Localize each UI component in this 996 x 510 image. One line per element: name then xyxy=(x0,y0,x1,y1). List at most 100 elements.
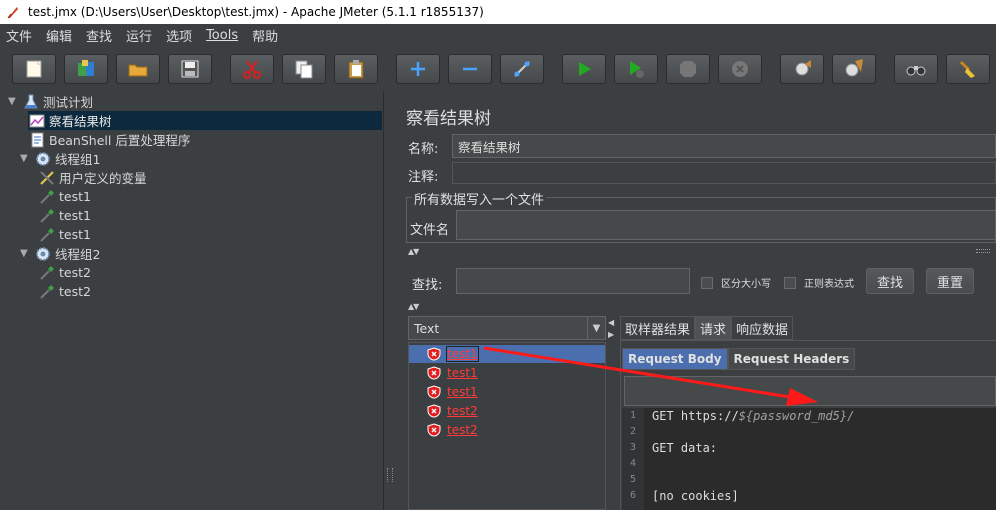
tree-node-sampler[interactable]: test1 xyxy=(38,187,91,206)
checkbox-box[interactable] xyxy=(784,276,796,289)
result-item[interactable]: test2 xyxy=(427,421,478,439)
error-shield-icon xyxy=(427,423,441,437)
start-no-pause-button[interactable] xyxy=(614,54,658,84)
cut-icon xyxy=(243,60,261,79)
stop-button[interactable] xyxy=(666,54,710,84)
page-title: 察看结果树 xyxy=(406,109,491,129)
tree-node-thread-group-1[interactable]: ▼ 线程组1 xyxy=(20,149,100,168)
tree-node-beanshell[interactable]: BeanShell 后置处理程序 xyxy=(28,130,190,149)
minus-icon xyxy=(463,67,477,71)
menu-tools[interactable]: Tools xyxy=(206,28,238,43)
pipette-icon xyxy=(38,283,56,301)
renderer-select[interactable]: Text ▼ xyxy=(408,316,606,340)
collapse-arrows-icon[interactable]: ▲▼ xyxy=(408,302,419,311)
paste-icon xyxy=(348,60,364,79)
reset-button[interactable]: 重置 xyxy=(926,268,974,294)
toggle-button[interactable] xyxy=(500,54,544,84)
cut-button[interactable] xyxy=(230,54,274,84)
clear-button[interactable] xyxy=(780,54,824,84)
chevron-down-icon[interactable]: ▼ xyxy=(587,317,605,339)
result-label: test1 xyxy=(447,366,478,380)
line-number-gutter: 1 2 3 4 5 6 xyxy=(622,408,644,510)
split-pane-divider[interactable] xyxy=(384,92,398,510)
checkbox-box[interactable] xyxy=(701,276,713,289)
request-body-editor[interactable]: 1 2 3 4 5 6 GET https://${password_md5}/… xyxy=(622,408,996,510)
tree-node-thread-group-2[interactable]: ▼ 线程组2 xyxy=(20,244,100,263)
result-item[interactable]: test1 xyxy=(427,364,478,382)
tab-request-body[interactable]: Request Body xyxy=(622,348,728,370)
window-title: test.jmx (D:\Users\User\Desktop\test.jmx… xyxy=(28,5,484,19)
find-button[interactable]: 查找 xyxy=(866,268,914,294)
expand-button[interactable] xyxy=(396,54,440,84)
collapse-arrows-icon[interactable]: ▲▼ xyxy=(408,247,419,256)
templates-button[interactable] xyxy=(64,54,108,84)
save-button[interactable] xyxy=(168,54,212,84)
open-button[interactable] xyxy=(116,54,160,84)
line-number: 5 xyxy=(629,474,637,485)
menu-help[interactable]: 帮助 xyxy=(252,26,278,45)
menu-file[interactable]: 文件 xyxy=(6,26,32,45)
code-line: GET data: xyxy=(652,441,717,455)
start-button[interactable] xyxy=(562,54,606,84)
tree-node-label: 线程组2 xyxy=(55,247,101,262)
expand-triangle-icon[interactable]: ▼ xyxy=(20,153,30,164)
line-number: 2 xyxy=(629,426,637,437)
stop-icon xyxy=(680,61,696,77)
inner-splitter[interactable]: ◀ ▶ xyxy=(608,316,616,510)
result-label: test1 xyxy=(446,346,479,362)
clear-all-icon xyxy=(845,59,863,77)
tree-node-sampler[interactable]: test1 xyxy=(38,206,91,225)
results-list: test1 test1 test1 test2 test2 xyxy=(408,342,606,510)
name-field[interactable]: 察看结果树 xyxy=(452,134,996,158)
result-item[interactable]: test1 xyxy=(427,345,479,363)
tree-node-sampler[interactable]: test1 xyxy=(38,225,91,244)
graph-icon xyxy=(28,112,46,130)
paste-button[interactable] xyxy=(334,54,378,84)
clear-all-button[interactable] xyxy=(832,54,876,84)
copy-button[interactable] xyxy=(282,54,326,84)
menu-edit[interactable]: 编辑 xyxy=(46,26,72,45)
expand-triangle-icon[interactable]: ▼ xyxy=(8,96,18,107)
error-shield-icon xyxy=(427,385,441,399)
save-icon xyxy=(181,60,199,78)
open-icon xyxy=(128,64,148,77)
result-item[interactable]: test2 xyxy=(427,402,478,420)
collapse-divider[interactable]: ▲▼ xyxy=(406,302,996,311)
collapse-right-icon[interactable]: ▶ xyxy=(608,330,614,339)
tab-request[interactable]: 请求 xyxy=(695,316,732,340)
shutdown-button[interactable] xyxy=(718,54,762,84)
menu-search[interactable]: 查找 xyxy=(86,26,112,45)
regex-label: 正则表达式 xyxy=(804,279,854,290)
error-shield-icon xyxy=(427,366,441,380)
code-text: GET https:// xyxy=(652,409,739,423)
collapse-divider[interactable]: ▲▼ xyxy=(406,247,996,256)
tab-sampler-result[interactable]: 取样器结果 xyxy=(620,316,696,340)
menu-run[interactable]: 运行 xyxy=(126,26,152,45)
tab-request-headers[interactable]: Request Headers xyxy=(727,348,856,370)
expand-triangle-icon[interactable]: ▼ xyxy=(20,248,30,259)
menu-options[interactable]: 选项 xyxy=(166,26,192,45)
search-label: 查找: xyxy=(412,278,443,293)
tree-node-test-plan[interactable]: ▼ 测试计划 xyxy=(8,92,93,111)
collapse-button[interactable] xyxy=(448,54,492,84)
tree-node-sampler[interactable]: test2 xyxy=(38,282,91,301)
case-sensitive-checkbox[interactable]: 区分大小写 xyxy=(701,275,771,290)
collapse-left-icon[interactable]: ◀ xyxy=(608,318,614,327)
comment-label: 注释: xyxy=(408,170,439,185)
tree-node-label: 测试计划 xyxy=(43,95,94,110)
name-label: 名称: xyxy=(408,142,439,157)
comment-field[interactable] xyxy=(452,162,996,184)
result-item[interactable]: test1 xyxy=(427,383,478,401)
search-input[interactable] xyxy=(456,268,690,294)
gear-icon xyxy=(34,245,52,263)
new-button[interactable] xyxy=(12,54,56,84)
tree-node-user-variables[interactable]: 用户定义的变量 xyxy=(38,168,147,187)
search-button[interactable] xyxy=(894,54,938,84)
pipette-icon xyxy=(38,264,56,282)
tab-response-data[interactable]: 响应数据 xyxy=(731,316,794,340)
filename-field[interactable] xyxy=(456,210,996,240)
reset-search-button[interactable] xyxy=(946,54,990,84)
tree-node-sampler[interactable]: test2 xyxy=(38,263,91,282)
regex-checkbox[interactable]: 正则表达式 xyxy=(784,275,854,290)
tree-node-view-results-tree[interactable]: 察看结果树 xyxy=(28,111,382,130)
